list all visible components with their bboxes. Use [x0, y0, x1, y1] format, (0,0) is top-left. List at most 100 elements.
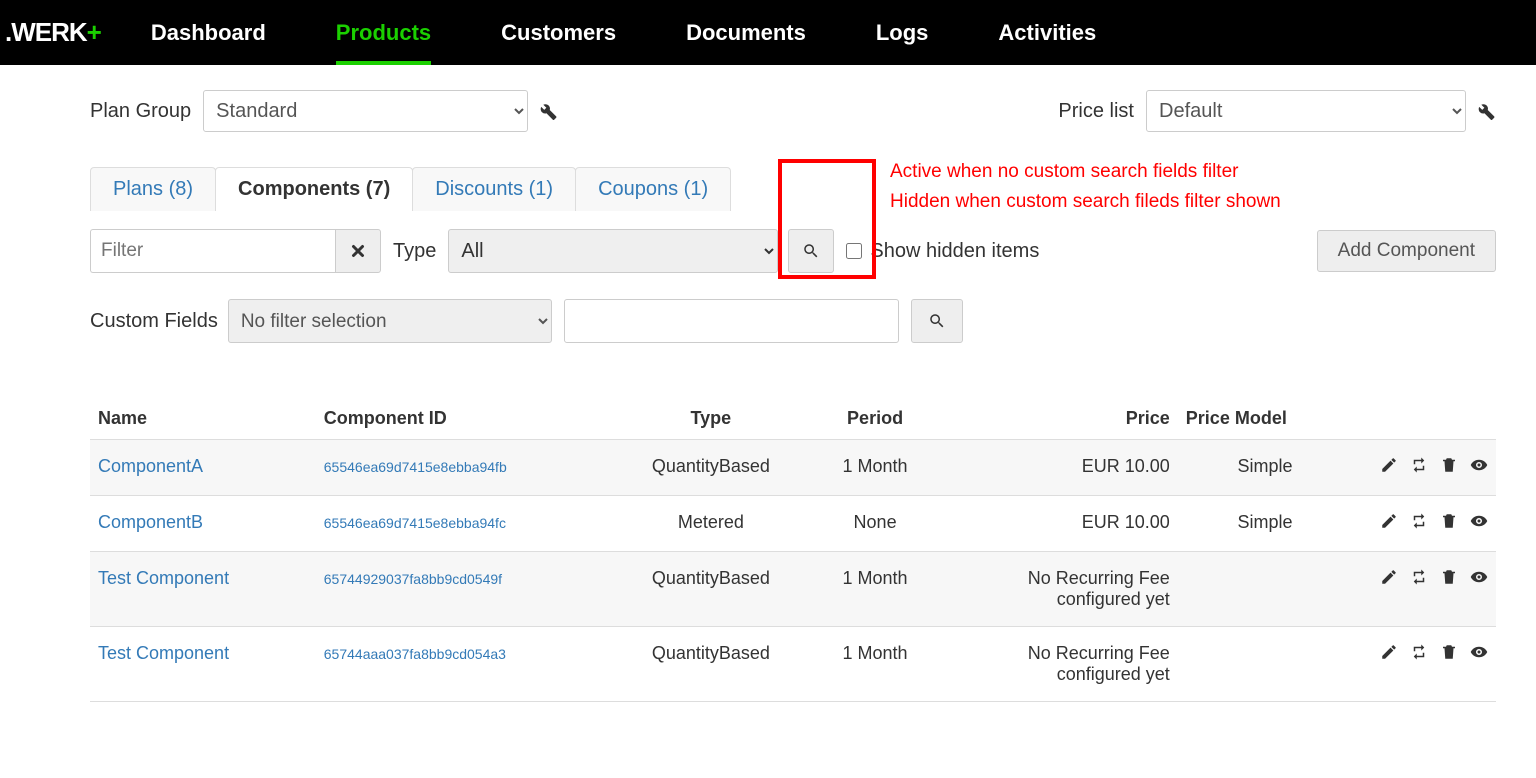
duplicate-button[interactable]	[1410, 456, 1428, 479]
component-name-link[interactable]: Test Component	[98, 568, 229, 588]
nav-documents[interactable]: Documents	[651, 0, 841, 65]
trash-icon	[1440, 568, 1458, 586]
visibility-button[interactable]	[1470, 512, 1488, 535]
plan-group-config-button[interactable]	[536, 99, 558, 124]
trash-icon	[1440, 456, 1458, 474]
trash-icon	[1440, 512, 1458, 530]
component-id[interactable]: 65546ea69d7415e8ebba94fb	[324, 459, 507, 475]
component-price: No Recurring Fee configured yet	[952, 552, 1178, 627]
visibility-button[interactable]	[1470, 456, 1488, 479]
delete-button[interactable]	[1440, 643, 1458, 666]
edit-button[interactable]	[1380, 643, 1398, 666]
type-select[interactable]: All	[448, 229, 778, 273]
wrench-icon	[536, 99, 558, 121]
table-row: ComponentB 65546ea69d7415e8ebba94fc Metere…	[90, 496, 1496, 552]
clear-filter-button[interactable]	[335, 229, 381, 273]
delete-button[interactable]	[1440, 456, 1458, 479]
top-nav: .WERK+ DashboardProductsCustomersDocumen…	[0, 0, 1536, 65]
table-row: ComponentA 65546ea69d7415e8ebba94fb Quanti…	[90, 440, 1496, 496]
logo-text: .WERK	[5, 17, 87, 47]
visibility-button[interactable]	[1470, 568, 1488, 591]
component-id[interactable]: 65744aaa037fa8bb9cd054a3	[324, 646, 506, 662]
component-model	[1178, 552, 1352, 627]
component-price: No Recurring Fee configured yet	[952, 627, 1178, 702]
nav-logs[interactable]: Logs	[841, 0, 964, 65]
show-hidden-label: Show hidden items	[870, 240, 1039, 263]
col-name[interactable]: Name	[90, 398, 316, 440]
plan-group-select[interactable]: Standard	[203, 90, 528, 132]
visibility-button[interactable]	[1470, 643, 1488, 666]
eye-icon	[1470, 643, 1488, 661]
component-name-link[interactable]: ComponentB	[98, 512, 203, 532]
close-icon	[349, 242, 367, 260]
retweet-icon	[1410, 512, 1428, 530]
table-row: Test Component 65744aaa037fa8bb9cd054a3 Qu…	[90, 627, 1496, 702]
custom-fields-search-button[interactable]	[911, 299, 963, 343]
tab-plans[interactable]: Plans (8)	[90, 167, 216, 211]
type-label: Type	[393, 240, 436, 263]
tab-discounts[interactable]: Discounts (1)	[412, 167, 576, 211]
edit-icon	[1380, 512, 1398, 530]
retweet-icon	[1410, 643, 1428, 661]
retweet-icon	[1410, 568, 1428, 586]
nav-customers[interactable]: Customers	[466, 0, 651, 65]
price-list-config-button[interactable]	[1474, 99, 1496, 124]
custom-fields-label: Custom Fields	[90, 310, 228, 333]
search-icon	[928, 312, 946, 330]
component-price: EUR 10.00	[952, 496, 1178, 552]
edit-icon	[1380, 568, 1398, 586]
search-icon	[802, 242, 820, 260]
add-component-button[interactable]: Add Component	[1317, 230, 1496, 272]
col-period[interactable]: Period	[798, 398, 952, 440]
component-type: QuantityBased	[624, 552, 798, 627]
col-price[interactable]: Price	[952, 398, 1178, 440]
logo-plus: +	[87, 17, 101, 47]
duplicate-button[interactable]	[1410, 512, 1428, 535]
col-price-model[interactable]: Price Model	[1178, 398, 1352, 440]
edit-button[interactable]	[1380, 456, 1398, 479]
wrench-icon	[1474, 99, 1496, 121]
component-id[interactable]: 65546ea69d7415e8ebba94fc	[324, 515, 506, 531]
components-table: NameComponent IDTypePeriodPricePrice Mod…	[90, 398, 1496, 702]
tab-coupons[interactable]: Coupons (1)	[575, 167, 731, 211]
table-row: Test Component 65744929037fa8bb9cd0549f Qu…	[90, 552, 1496, 627]
retweet-icon	[1410, 456, 1428, 474]
annotation-notes: Active when no custom search fields filt…	[890, 157, 1281, 218]
nav-activities[interactable]: Activities	[963, 0, 1131, 65]
duplicate-button[interactable]	[1410, 643, 1428, 666]
eye-icon	[1470, 568, 1488, 586]
plan-group-label: Plan Group	[90, 100, 203, 123]
edit-button[interactable]	[1380, 512, 1398, 535]
logo: .WERK+	[5, 17, 116, 48]
custom-fields-select[interactable]: No filter selection	[228, 299, 552, 343]
component-type: Metered	[624, 496, 798, 552]
edit-icon	[1380, 643, 1398, 661]
filter-input[interactable]	[90, 229, 335, 273]
component-type: QuantityBased	[624, 440, 798, 496]
edit-icon	[1380, 456, 1398, 474]
component-period: 1 Month	[798, 552, 952, 627]
component-type: QuantityBased	[624, 627, 798, 702]
edit-button[interactable]	[1380, 568, 1398, 591]
search-toggle-button[interactable]	[788, 229, 834, 273]
component-period: 1 Month	[798, 440, 952, 496]
col-type[interactable]: Type	[624, 398, 798, 440]
component-model: Simple	[1178, 440, 1352, 496]
component-name-link[interactable]: Test Component	[98, 643, 229, 663]
component-model: Simple	[1178, 496, 1352, 552]
component-id[interactable]: 65744929037fa8bb9cd0549f	[324, 571, 502, 587]
eye-icon	[1470, 512, 1488, 530]
tab-components[interactable]: Components (7)	[215, 167, 413, 211]
delete-button[interactable]	[1440, 512, 1458, 535]
col-component-id[interactable]: Component ID	[316, 398, 624, 440]
component-name-link[interactable]: ComponentA	[98, 456, 203, 476]
custom-fields-value-input[interactable]	[564, 299, 899, 343]
duplicate-button[interactable]	[1410, 568, 1428, 591]
nav-products[interactable]: Products	[301, 0, 466, 65]
price-list-label: Price list	[1058, 100, 1146, 123]
delete-button[interactable]	[1440, 568, 1458, 591]
show-hidden-checkbox[interactable]	[846, 243, 862, 259]
nav-dashboard[interactable]: Dashboard	[116, 0, 301, 65]
subtabs: Plans (8)Components (7)Discounts (1)Coup…	[90, 167, 1496, 211]
price-list-select[interactable]: Default	[1146, 90, 1466, 132]
